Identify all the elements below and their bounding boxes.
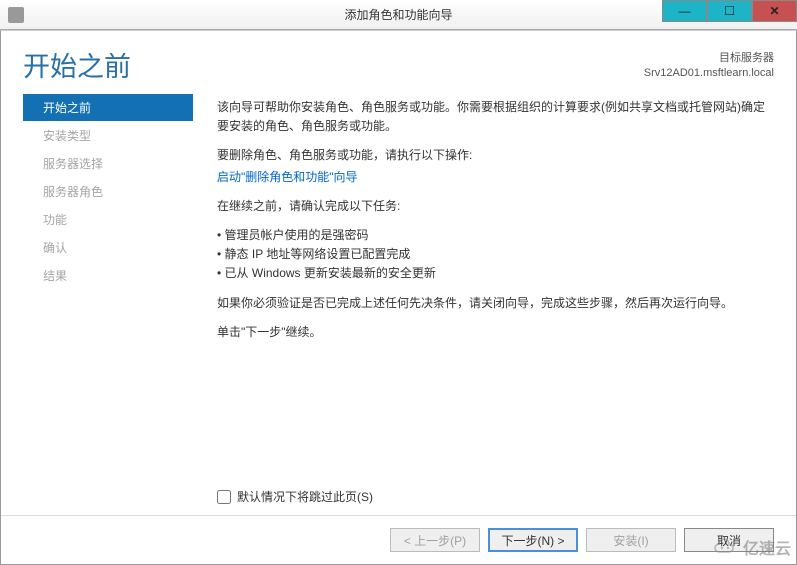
window-controls: — ☐ ✕: [662, 0, 797, 29]
window-title: 添加角色和功能向导: [344, 6, 452, 23]
remove-roles-link[interactable]: 启动"删除角色和功能"向导: [217, 170, 358, 184]
app-icon: [8, 7, 24, 23]
remove-prompt: 要删除角色、角色服务或功能，请执行以下操作:: [217, 146, 774, 165]
page-title: 开始之前: [23, 45, 131, 84]
intro-text: 该向导可帮助你安装角色、角色服务或功能。你需要根据组织的计算要求(例如共享文档或…: [217, 98, 774, 136]
target-server-label: 目标服务器: [644, 51, 774, 66]
skip-page-row: 默认情况下将跳过此页(S): [217, 488, 373, 507]
continue-note: 单击"下一步"继续。: [217, 323, 774, 342]
skip-page-label: 默认情况下将跳过此页(S): [237, 488, 373, 507]
sidebar-item-server-roles: 服务器角色: [23, 178, 193, 205]
window-titlebar: 添加角色和功能向导 — ☐ ✕: [0, 0, 797, 30]
close-button[interactable]: ✕: [752, 0, 797, 22]
sidebar-item-before-you-begin[interactable]: 开始之前: [23, 94, 193, 121]
verify-prompt: 在继续之前，请确认完成以下任务:: [217, 197, 774, 216]
target-server-info: 目标服务器 Srv12AD01.msftlearn.local: [644, 51, 774, 82]
install-button: 安装(I): [586, 528, 676, 552]
maximize-button[interactable]: ☐: [707, 0, 752, 22]
prerequisite-list: 管理员帐户使用的是强密码 静态 IP 地址等网络设置已配置完成 已从 Windo…: [217, 226, 774, 284]
minimize-button[interactable]: —: [662, 0, 707, 22]
bullet-item: 已从 Windows 更新安装最新的安全更新: [217, 264, 774, 283]
bullet-item: 管理员帐户使用的是强密码: [217, 226, 774, 245]
previous-button: < 上一步(P): [390, 528, 480, 552]
dialog-body: 开始之前 目标服务器 Srv12AD01.msftlearn.local 开始之…: [0, 30, 797, 565]
sidebar-item-results: 结果: [23, 262, 193, 289]
main-area: 开始之前 安装类型 服务器选择 服务器角色 功能 确认 结果 该向导可帮助你安装…: [1, 84, 796, 515]
sidebar-item-server-selection: 服务器选择: [23, 150, 193, 177]
conditional-note: 如果你必须验证是否已完成上述任何先决条件，请关闭向导，完成这些步骤，然后再次运行…: [217, 294, 774, 313]
content-panel: 该向导可帮助你安装角色、角色服务或功能。你需要根据组织的计算要求(例如共享文档或…: [193, 94, 774, 515]
sidebar-item-installation-type: 安装类型: [23, 122, 193, 149]
footer-buttons: < 上一步(P) 下一步(N) > 安装(I) 取消: [1, 515, 796, 564]
next-button[interactable]: 下一步(N) >: [488, 528, 578, 552]
bullet-item: 静态 IP 地址等网络设置已配置完成: [217, 245, 774, 264]
skip-page-checkbox[interactable]: [217, 490, 231, 504]
sidebar-item-confirmation: 确认: [23, 234, 193, 261]
cancel-button[interactable]: 取消: [684, 528, 774, 552]
target-server-value: Srv12AD01.msftlearn.local: [644, 66, 774, 81]
wizard-steps-sidebar: 开始之前 安装类型 服务器选择 服务器角色 功能 确认 结果: [23, 94, 193, 515]
header-row: 开始之前 目标服务器 Srv12AD01.msftlearn.local: [1, 31, 796, 84]
sidebar-item-features: 功能: [23, 206, 193, 233]
